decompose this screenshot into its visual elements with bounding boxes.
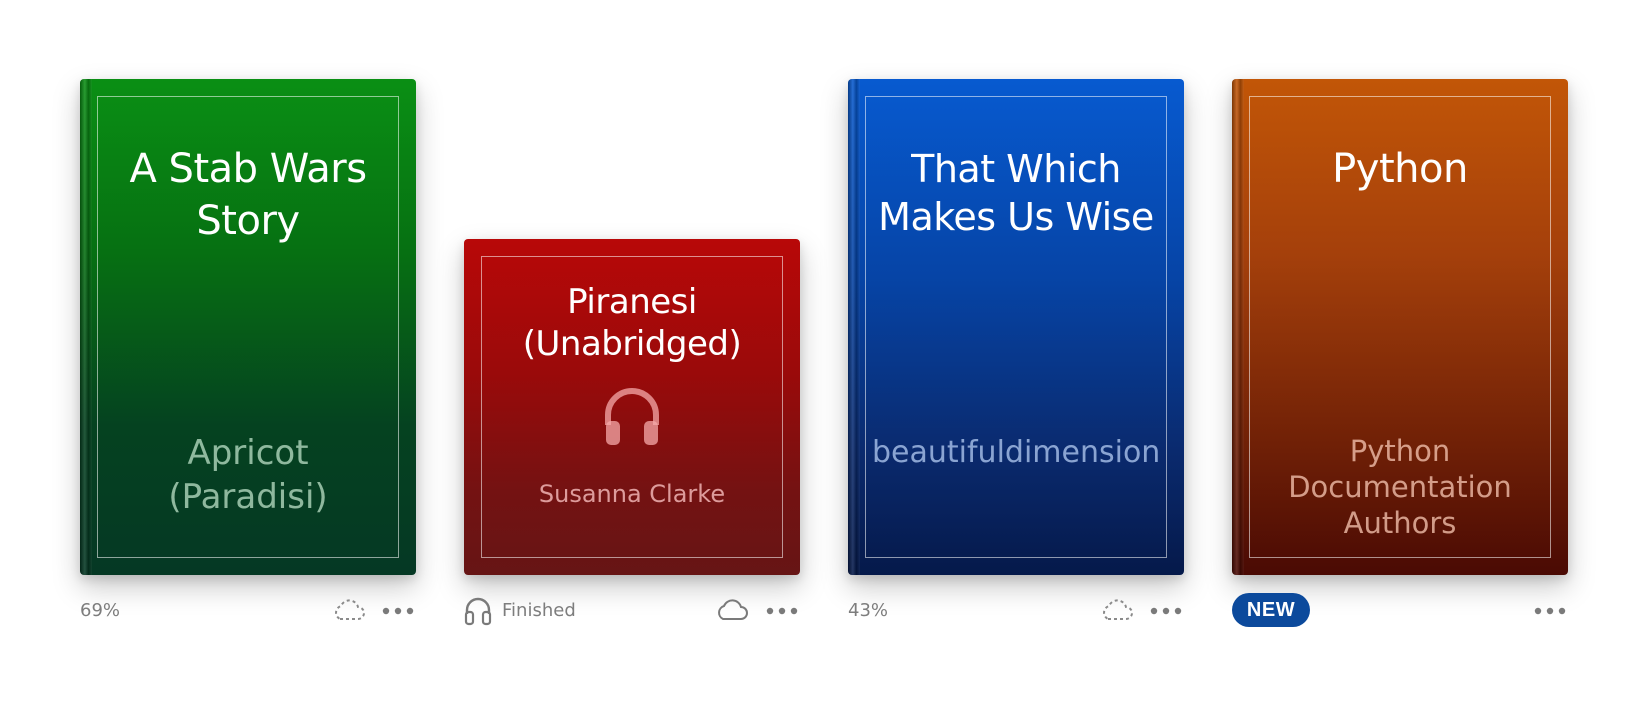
book-spine bbox=[80, 79, 92, 575]
book-spine bbox=[1232, 79, 1244, 575]
progress-percent: 69% bbox=[80, 600, 121, 621]
book-author: Susanna Clarke bbox=[538, 480, 726, 508]
new-badge: NEW bbox=[1232, 593, 1310, 627]
cloud-icon[interactable] bbox=[714, 597, 750, 629]
book-meta-bar: 43% bbox=[848, 593, 1184, 629]
book-cover[interactable]: Piranesi (Unabridged) Susanna Clarke bbox=[464, 239, 800, 575]
more-options-icon[interactable] bbox=[1148, 599, 1184, 623]
book-author: Apricot (Paradisi) bbox=[168, 433, 328, 517]
book-title: A Stab Wars Story bbox=[129, 146, 367, 244]
book-spine bbox=[848, 79, 860, 575]
more-options-icon[interactable] bbox=[1532, 599, 1568, 623]
book-cover[interactable]: Python Python Documentation Authors bbox=[1232, 79, 1568, 575]
cloud-dashed-icon[interactable] bbox=[332, 597, 366, 629]
book-author: beautifuldimension bbox=[872, 435, 1161, 470]
book-cover[interactable]: That Which Makes Us Wise beautifuldimens… bbox=[848, 79, 1184, 575]
headphones-icon bbox=[602, 385, 662, 456]
book-title: Python bbox=[1332, 146, 1468, 192]
more-options-icon[interactable] bbox=[380, 599, 416, 623]
book-author: Python Documentation Authors bbox=[1288, 434, 1512, 540]
progress-percent: 43% bbox=[848, 600, 889, 621]
book-meta-bar: Finished bbox=[464, 593, 800, 629]
book-cover[interactable]: A Stab Wars Story Apricot (Paradisi) bbox=[80, 79, 416, 575]
status-label: Finished bbox=[502, 600, 576, 621]
book-title: Piranesi (Unabridged) bbox=[522, 282, 742, 364]
book-title: That Which Makes Us Wise bbox=[878, 147, 1154, 239]
cloud-dashed-icon[interactable] bbox=[1100, 597, 1134, 629]
book-meta-bar: NEW bbox=[1232, 593, 1568, 629]
library-shelf: A Stab Wars Story Apricot (Paradisi) 69% bbox=[0, 0, 1646, 708]
headphones-icon bbox=[464, 596, 492, 632]
book-meta-bar: 69% bbox=[80, 593, 416, 629]
more-options-icon[interactable] bbox=[764, 599, 800, 623]
